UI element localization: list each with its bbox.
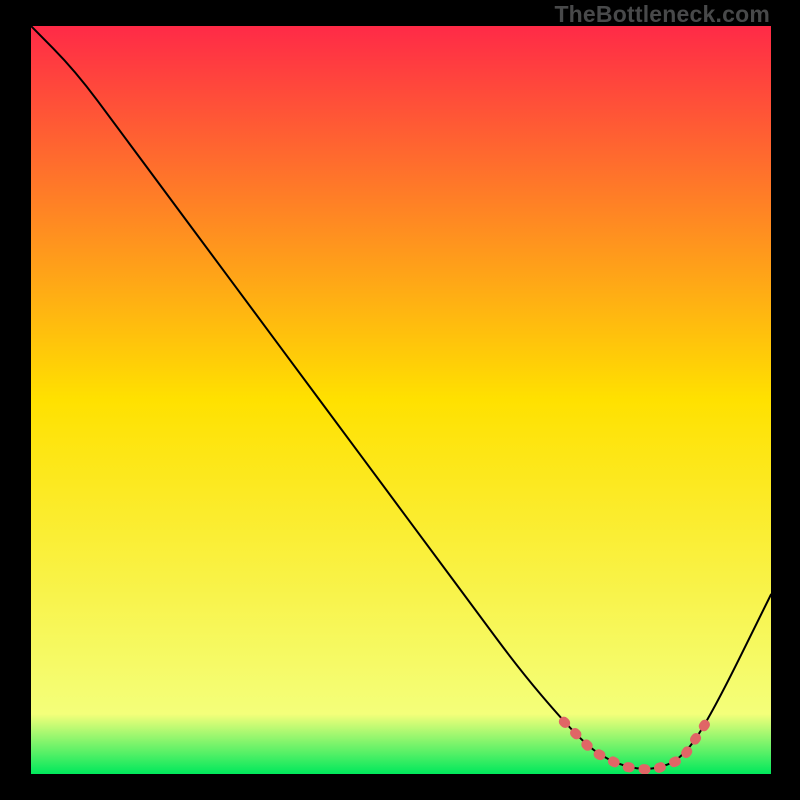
- bottleneck-chart: [31, 26, 771, 774]
- watermark-text: TheBottleneck.com: [554, 1, 770, 28]
- gradient-background: [31, 26, 771, 774]
